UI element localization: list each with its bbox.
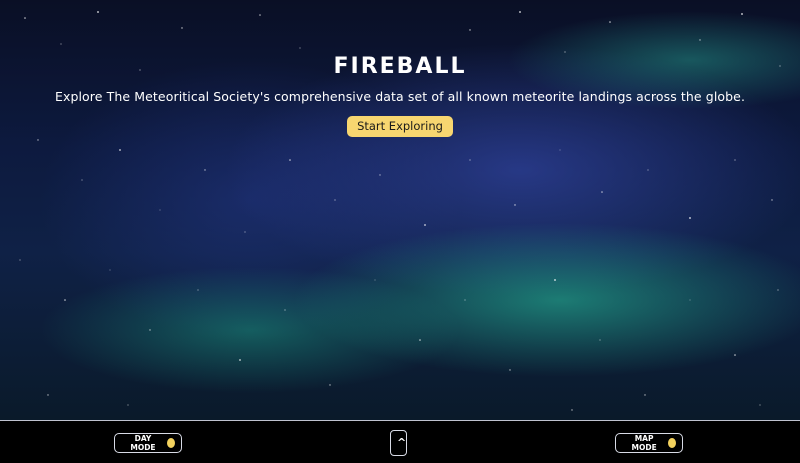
- scroll-to-top-button[interactable]: ^: [390, 430, 407, 456]
- hero-section: FIREBALL Explore The Meteoritical Societ…: [0, 52, 800, 137]
- day-mode-label: DAY MODE: [130, 434, 156, 452]
- sun-toggle-icon: [166, 438, 175, 448]
- page-title: FIREBALL: [333, 54, 467, 79]
- page: FIREBALL Explore The Meteoritical Societ…: [0, 0, 800, 463]
- start-exploring-button[interactable]: Start Exploring: [347, 116, 453, 137]
- map-mode-toggle[interactable]: MAP MODE: [615, 433, 683, 453]
- hero-subtitle: Explore The Meteoritical Society's compr…: [54, 89, 746, 104]
- map-toggle-icon: [668, 438, 676, 448]
- footer-bar: DAY MODE ^ MAP MODE: [0, 420, 800, 463]
- map-mode-label: MAP MODE: [631, 434, 657, 452]
- day-mode-toggle[interactable]: DAY MODE: [114, 433, 182, 453]
